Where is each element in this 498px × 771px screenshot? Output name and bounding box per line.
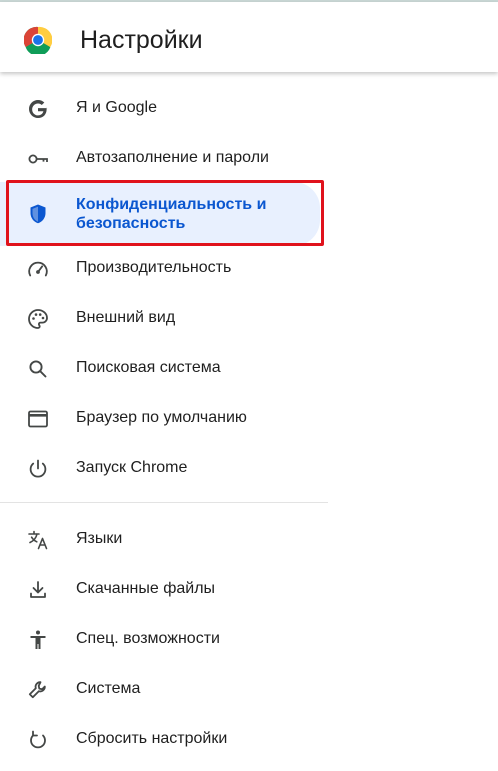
sidebar-item-label: Поисковая система <box>76 359 221 376</box>
sidebar-item-label: Сбросить настройки <box>76 730 228 747</box>
sidebar-item-search-engine[interactable]: Поисковая система <box>0 343 328 393</box>
menu-divider <box>0 502 328 503</box>
sidebar-item-languages[interactable]: Языки <box>0 514 328 564</box>
sidebar-item-label: Внешний вид <box>76 309 176 326</box>
page-title: Настройки <box>80 26 203 54</box>
power-icon <box>26 457 50 481</box>
sidebar-item-label: Скачанные файлы <box>76 580 216 597</box>
sidebar-item-downloads[interactable]: Скачанные файлы <box>0 564 328 614</box>
sidebar-item-label: Языки <box>76 530 123 547</box>
accessibility-icon <box>26 628 50 652</box>
key-icon <box>26 147 50 171</box>
sidebar-item-you-and-google[interactable]: Я и Google <box>0 83 328 133</box>
sidebar-item-accessibility[interactable]: Спец. возможности <box>0 614 328 664</box>
sidebar-item-label: Автозаполнение и пароли <box>76 149 269 166</box>
speedometer-icon <box>26 257 50 281</box>
sidebar-item-label: Производительность <box>76 259 232 276</box>
highlight-annotation-box <box>6 180 324 246</box>
wrench-icon <box>26 678 50 702</box>
sidebar-item-default-browser[interactable]: Браузер по умолчанию <box>0 393 328 443</box>
reset-icon <box>26 728 50 752</box>
settings-header: Настройки <box>0 2 498 72</box>
sidebar-item-performance[interactable]: Производительность <box>0 243 328 293</box>
palette-icon <box>26 307 50 331</box>
sidebar-item-label: Система <box>76 680 141 697</box>
sidebar-item-label: Запуск Chrome <box>76 459 188 476</box>
sidebar-item-label: Спец. возможности <box>76 630 220 647</box>
download-icon <box>26 578 50 602</box>
browser-window-icon <box>26 407 50 431</box>
sidebar-item-autofill[interactable]: Автозаполнение и пароли <box>0 133 328 183</box>
sidebar-item-system[interactable]: Система <box>0 664 328 714</box>
sidebar-item-label: Я и Google <box>76 99 157 116</box>
sidebar-item-appearance[interactable]: Внешний вид <box>0 293 328 343</box>
chrome-logo-icon <box>23 26 53 56</box>
settings-page: Настройки Я и Google Автозаполнение и па… <box>0 0 498 771</box>
sidebar-item-label: Браузер по умолчанию <box>76 409 247 426</box>
sidebar-item-on-startup[interactable]: Запуск Chrome <box>0 443 328 493</box>
google-g-icon <box>26 97 50 121</box>
search-icon <box>26 357 50 381</box>
sidebar-item-reset-settings[interactable]: Сбросить настройки <box>0 714 328 764</box>
translate-icon <box>26 528 50 552</box>
